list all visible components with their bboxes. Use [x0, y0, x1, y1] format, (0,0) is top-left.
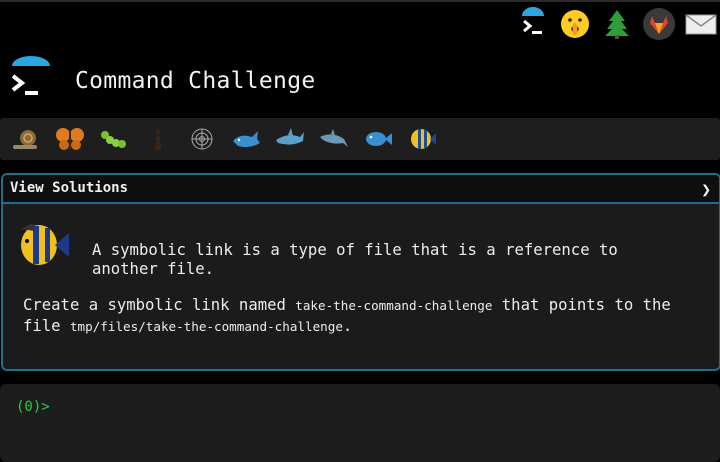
top-icons	[516, 7, 718, 41]
challenge-panel: View Solutions ❯ A symbolic link is a ty…	[1, 173, 720, 371]
shark-icon[interactable]	[270, 122, 310, 156]
shushing-face-icon[interactable]	[558, 7, 592, 41]
gitlab-icon[interactable]	[642, 7, 676, 41]
challenge-intro: A symbolic link is a type of file that i…	[92, 241, 618, 278]
terminal-icon[interactable]	[516, 7, 550, 41]
task-text: .	[342, 317, 353, 335]
mail-icon[interactable]	[684, 7, 718, 41]
app-title: Command Challenge	[75, 68, 316, 94]
target-file-code: tmp/files/take-the-command-challenge	[69, 319, 343, 334]
top-bar	[0, 0, 720, 46]
terminal-logo-icon[interactable]	[8, 54, 54, 104]
app-header: Command Challenge	[0, 50, 720, 116]
fish-icon[interactable]	[358, 122, 398, 156]
caterpillar-icon[interactable]	[94, 122, 134, 156]
tropical-fish-icon[interactable]	[402, 122, 442, 156]
spider-web-icon[interactable]	[182, 122, 222, 156]
challenge-task: Create a symbolic link named take-the-co…	[23, 295, 713, 337]
chevron-right-icon[interactable]: ❯	[701, 180, 711, 199]
snail-icon[interactable]	[6, 122, 46, 156]
link-name-code: take-the-command-challenge	[295, 298, 493, 313]
butterfly-icon[interactable]	[50, 122, 90, 156]
tree-icon[interactable]	[600, 7, 634, 41]
terminal-prompt: (0)>	[16, 399, 50, 415]
dolphin-icon[interactable]	[314, 122, 354, 156]
level-bar	[0, 118, 720, 160]
terminal-input[interactable]: (0)>	[0, 384, 720, 462]
view-solutions-header[interactable]: View Solutions ❯	[3, 175, 719, 204]
task-text: Create a symbolic link named	[23, 296, 296, 314]
view-solutions-label: View Solutions	[10, 180, 129, 196]
tropical-fish-icon	[15, 219, 73, 271]
whale-icon[interactable]	[226, 122, 266, 156]
ant-icon[interactable]	[138, 122, 178, 156]
